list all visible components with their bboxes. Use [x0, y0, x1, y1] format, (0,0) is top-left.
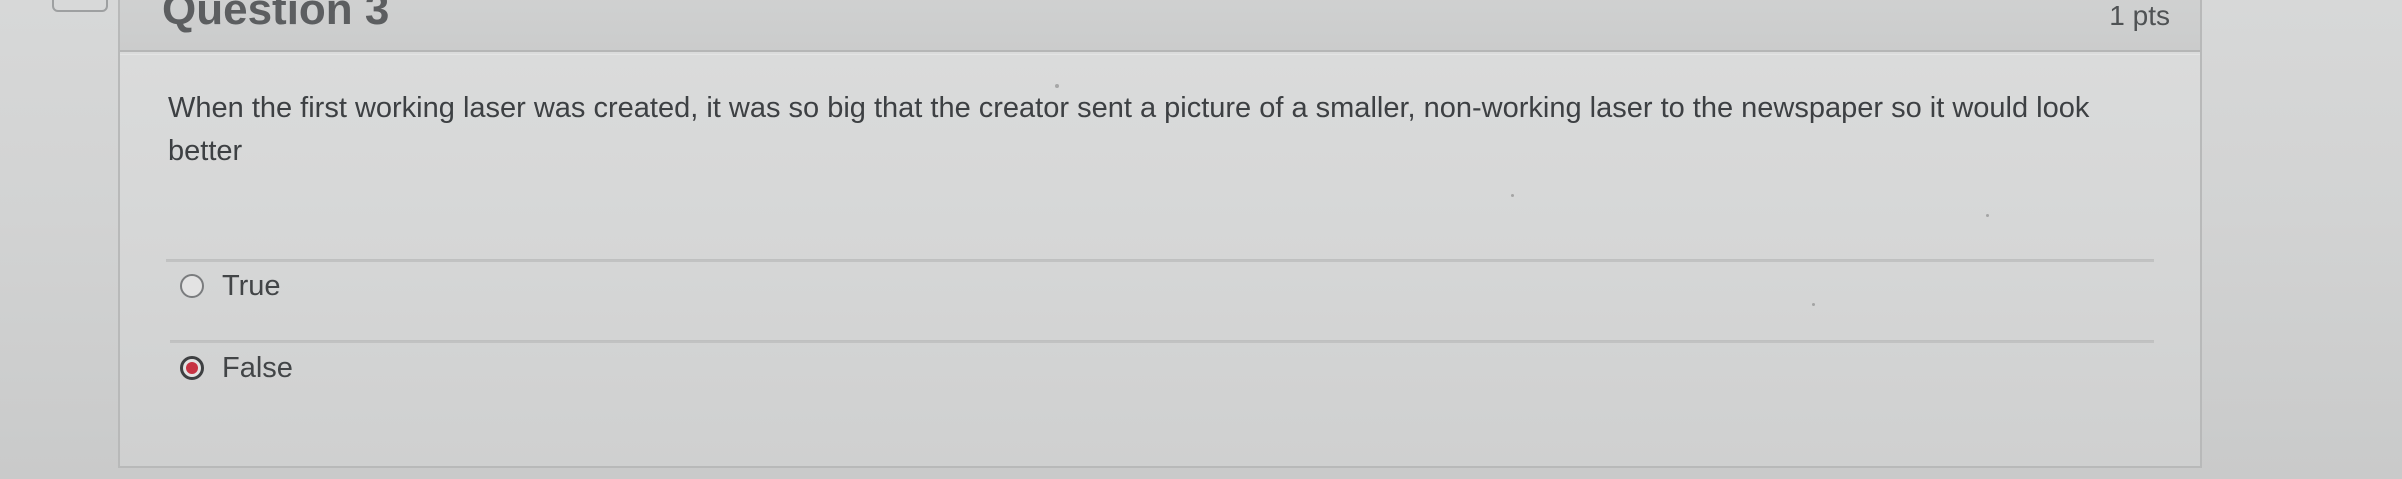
answer-separator [170, 340, 2154, 343]
question-header: Question 3 1 pts [120, 0, 2200, 52]
question-nav-checkbox[interactable] [52, 0, 108, 12]
question-text: When the first working laser was created… [168, 92, 2090, 167]
quiz-screen: Question 3 1 pts When the first working … [0, 0, 2402, 479]
question-points: 1 pts [2109, 0, 2170, 31]
screen-speck [1511, 194, 1514, 197]
question-body: When the first working laser was created… [120, 54, 2200, 470]
answer-option-false[interactable]: False [180, 348, 293, 388]
question-card: Question 3 1 pts When the first working … [118, 0, 2202, 468]
answer-label-false: False [222, 351, 293, 384]
answer-label-true: True [222, 269, 281, 302]
screen-speck [1812, 303, 1815, 306]
radio-unselected-icon[interactable] [180, 274, 204, 298]
answer-option-true[interactable]: True [180, 266, 281, 306]
screen-speck [1986, 214, 1989, 217]
radio-selected-icon[interactable] [180, 356, 204, 380]
screen-speck [1055, 84, 1059, 88]
answer-separator [166, 259, 2154, 262]
question-title: Question 3 [162, 0, 390, 34]
